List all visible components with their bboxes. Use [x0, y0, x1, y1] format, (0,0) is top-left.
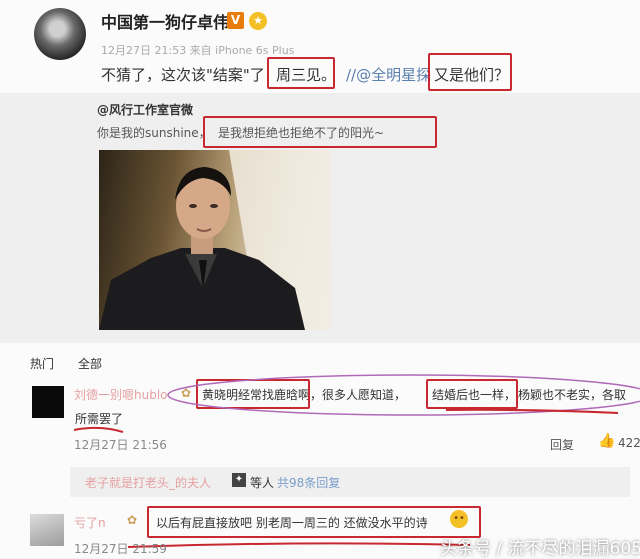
underline-annotation [127, 542, 471, 548]
watermark: 头条号 / 流不尽的泪漏605 [440, 539, 640, 559]
like-count: 422 [618, 436, 640, 450]
like-icon[interactable]: 👍 [598, 433, 615, 449]
commenter-avatar[interactable] [30, 514, 64, 546]
comment-time: 12月27日 21:56 [74, 438, 167, 452]
sub-reply-name[interactable]: 老子就是打老头_的夫人 [85, 474, 211, 491]
reply-button[interactable]: 回复 [550, 436, 574, 453]
underline-annotation [73, 426, 124, 433]
ellipse-annotation [167, 374, 640, 416]
sub-reply-label: 等人 [250, 476, 275, 490]
highlight-box [147, 506, 481, 538]
sub-reply-count[interactable]: 共98条回复 [277, 474, 340, 491]
fan-badge-icon: ✿ [127, 513, 138, 527]
comment-time: 12月27日 21:59 [74, 542, 167, 556]
commenter-name[interactable]: 亏了n [74, 514, 106, 531]
badge-icon: ✦ [232, 473, 246, 487]
